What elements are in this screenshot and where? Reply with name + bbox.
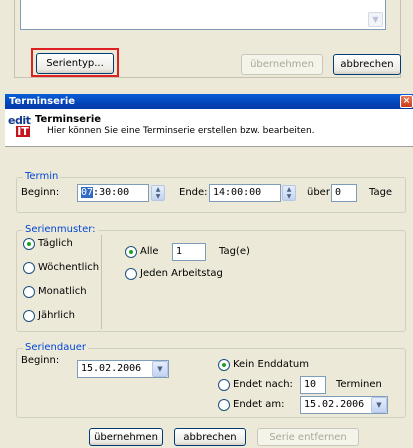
footer-uebernehmen-button[interactable]: übernehmen (89, 428, 163, 446)
close-icon[interactable]: × (400, 95, 413, 108)
beginn-dropdown-icon[interactable]: ▼ (152, 361, 168, 377)
header-title: Terminserie (35, 114, 102, 125)
jaehrlich-radio[interactable] (23, 310, 35, 322)
abbrechen-button[interactable]: abbrechen (333, 54, 401, 75)
alle-tage-input[interactable]: 1 (172, 243, 206, 261)
serienmuster-group-title: Serienmuster: (23, 224, 98, 235)
kein-enddatum-radio[interactable] (218, 359, 230, 371)
endet-nach-label[interactable]: Endet nach: (233, 379, 293, 390)
monatlich-label[interactable]: Monatlich (38, 286, 87, 297)
monatlich-radio[interactable] (23, 286, 35, 298)
terminserie-dialog: Terminserie × edit IT Terminserie Hier k… (5, 94, 413, 448)
woechentlich-label[interactable]: Wöchentlich (38, 262, 99, 273)
alle-radio[interactable] (125, 246, 137, 258)
tage-label: Tage (369, 187, 393, 198)
seriendauer-group-title: Seriendauer (23, 342, 88, 353)
termin-beginn-time-input[interactable]: 07:30:00 (77, 184, 149, 202)
dialog-titlebar: Terminserie × (5, 94, 413, 109)
notes-textarea[interactable]: ▼ (20, 0, 386, 30)
termin-ende-label: Ende: (179, 187, 208, 198)
taeglich-radio[interactable] (23, 238, 35, 250)
parent-dialog: ▼ Serientyp... übernehmen abbrechen (0, 0, 413, 84)
ueber-label: über (307, 187, 330, 198)
jeden-arbeitstag-label[interactable]: Jeden Arbeitstag (140, 268, 223, 279)
terminen-label: Terminen (336, 379, 382, 390)
jeden-arbeitstag-radio[interactable] (125, 268, 137, 280)
woechentlich-radio[interactable] (23, 262, 35, 274)
kein-enddatum-label[interactable]: Kein Enddatum (233, 359, 309, 370)
endet-am-label[interactable]: Endet am: (233, 399, 285, 410)
taeglich-label[interactable]: Täglich (38, 238, 73, 249)
tage-input[interactable]: 0 (331, 184, 357, 202)
seriendauer-beginn-label: Beginn: (21, 355, 60, 366)
dialog-title: Terminserie (9, 96, 76, 107)
termin-ende-time-input[interactable]: 14:00:00 (209, 184, 281, 202)
seriendauer-group: Seriendauer Beginn: 15.02.2006 ▼ Kein En… (16, 342, 406, 418)
uebernehmen-button[interactable]: übernehmen (241, 54, 323, 75)
dialog-header: edit IT Terminserie Hier können Sie eine… (5, 109, 413, 147)
ende-spinner-icon[interactable]: ▲ ▼ (282, 185, 296, 201)
footer-abbrechen-button[interactable]: abbrechen (174, 428, 246, 446)
endet-nach-input[interactable]: 10 (300, 376, 326, 394)
termin-group: Termin Beginn: 07:30:00 ▲ ▼ Ende: 14:00:0… (16, 171, 406, 213)
alle-label[interactable]: Alle (140, 246, 159, 257)
endet-am-dropdown-icon[interactable]: ▼ (371, 397, 387, 413)
highlight-annotation (31, 48, 119, 77)
editit-logo: edit IT (8, 114, 31, 138)
serienmuster-group: Serienmuster: Täglich Wöchentlich Monatl… (16, 224, 406, 332)
serienmuster-divider (101, 235, 102, 329)
termin-beginn-label: Beginn: (21, 187, 60, 198)
tage-unit-label: Tag(e) (219, 246, 250, 257)
endet-nach-radio[interactable] (218, 379, 230, 391)
serie-entfernen-button[interactable]: Serie entfernen (257, 428, 359, 446)
termin-group-title: Termin (23, 171, 61, 182)
endet-am-radio[interactable] (218, 399, 230, 411)
scroll-down-icon[interactable]: ▼ (368, 12, 383, 27)
beginn-spinner-icon[interactable]: ▲ ▼ (151, 185, 165, 201)
jaehrlich-label[interactable]: Jährlich (38, 310, 75, 321)
header-subtitle: Hier können Sie eine Terminserie erstell… (47, 126, 315, 136)
